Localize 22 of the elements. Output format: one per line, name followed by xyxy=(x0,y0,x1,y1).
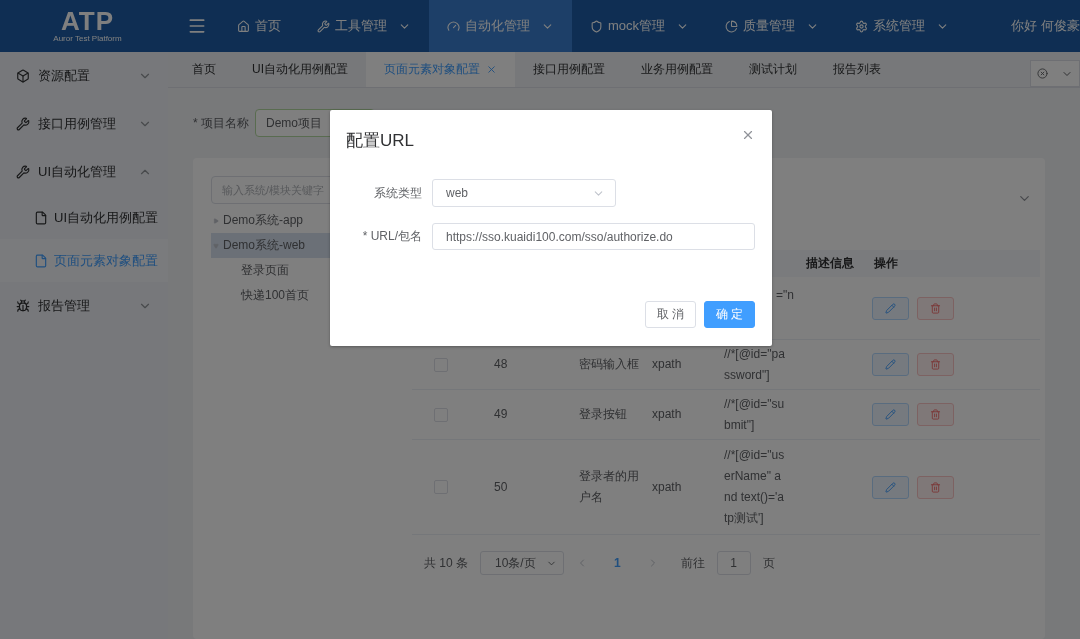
table-cell-text: //*[@id="submit"] xyxy=(724,395,786,434)
table-cell-text: 密码输入框 xyxy=(579,356,639,373)
table-cell-text: 49 xyxy=(494,406,508,423)
table-cell-text: //*[@id="userName" and text()='atp测试'] xyxy=(724,447,786,527)
table-cell-text: ="n xyxy=(776,287,794,304)
goto-label: 前往 xyxy=(680,554,705,572)
logo-subtitle: Auror Test Platform xyxy=(53,34,122,44)
table-cell-text: //*[@id="password"] xyxy=(724,345,786,384)
table-cell-text: xpath xyxy=(652,478,682,496)
table-cell-text: 48 xyxy=(494,356,508,373)
table-cell-text: xpath xyxy=(652,406,682,423)
goto-suffix: 页 xyxy=(762,554,775,572)
total-count: 共 10 条 xyxy=(424,554,468,572)
column-header: 操作 xyxy=(868,250,1040,277)
table-cell-text: 登录者的用户名 xyxy=(579,468,640,506)
table-cell-text: 50 xyxy=(494,478,508,496)
column-header: 描述信息 xyxy=(800,250,868,277)
user-greeting: 你好 何俊豪 xyxy=(1011,17,1080,35)
table-cell-text: xpath xyxy=(652,356,682,373)
logo: ATP xyxy=(60,8,115,34)
table-cell-text: 登录按钮 xyxy=(579,406,627,423)
project-label: * 项目名称 xyxy=(193,114,249,132)
